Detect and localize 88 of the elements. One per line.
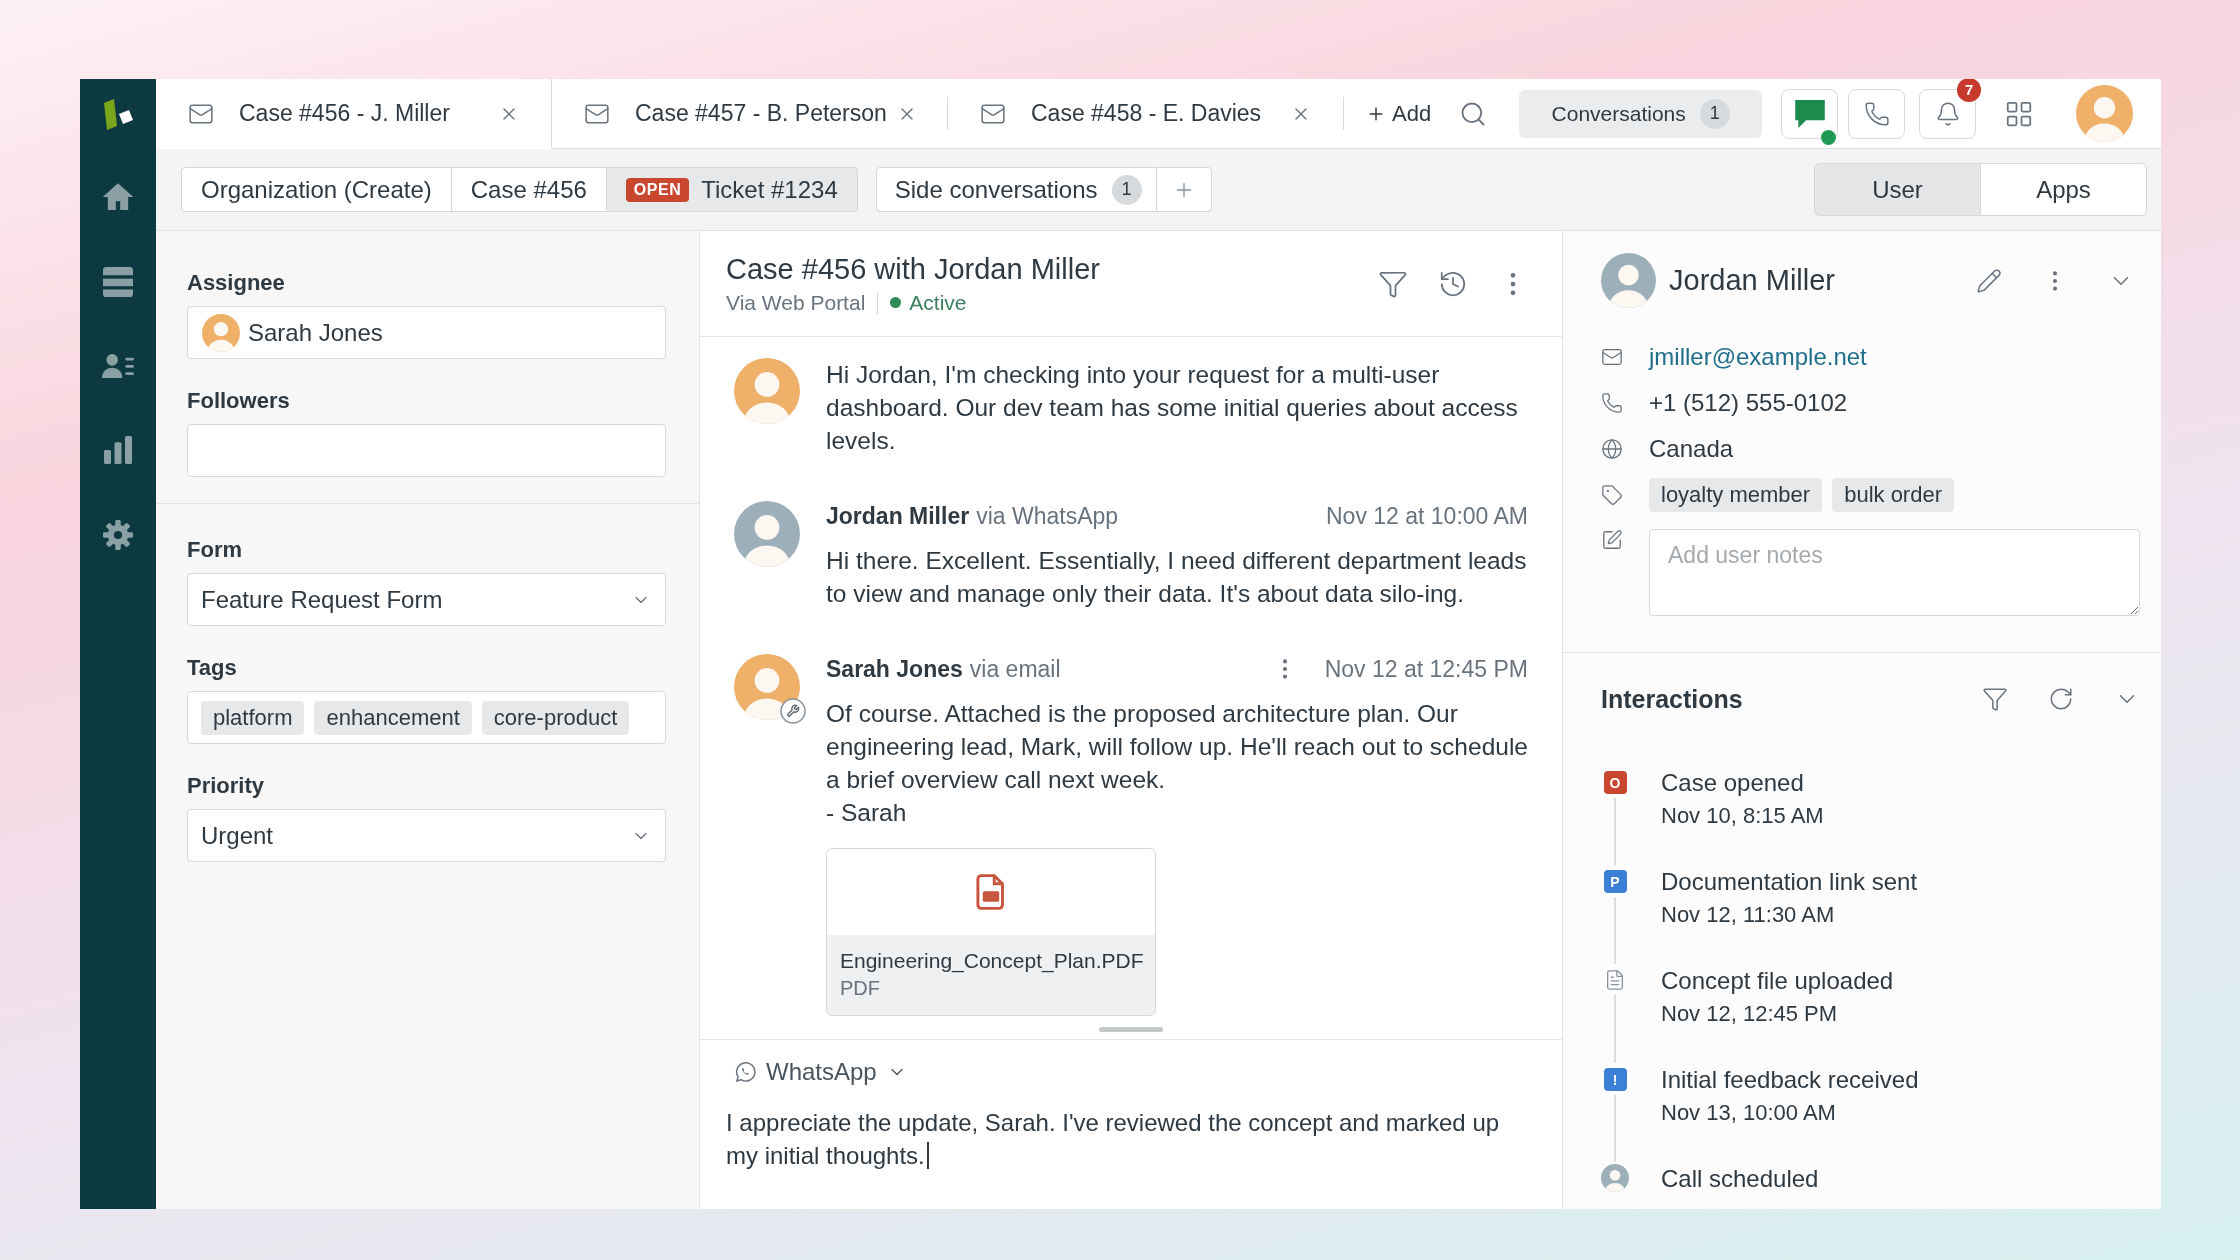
- event-time: Nov 13, 10:00 AM: [1661, 1099, 1836, 1127]
- document-icon: [976, 874, 1006, 910]
- notes-field[interactable]: Add user notes: [1649, 529, 2140, 616]
- event-title: Concept file uploaded: [1661, 966, 1894, 996]
- add-button[interactable]: Add: [1366, 100, 1432, 127]
- filter-icon[interactable]: [1982, 686, 2008, 712]
- dropdown[interactable]: Feature Request Form: [187, 573, 666, 626]
- file-type: PDF: [840, 976, 880, 1001]
- message-input[interactable]: I appreciate the update, Sarah. I've reviewed the concept and marked up my initial thoughts.: [726, 1106, 1536, 1172]
- home-icon[interactable]: [102, 182, 134, 212]
- mail-icon: [1601, 346, 1623, 368]
- field-label: Followers: [187, 388, 291, 414]
- field-label: Form: [187, 537, 243, 563]
- country: Canada: [1649, 435, 1734, 463]
- event-title: Documentation link sent: [1661, 867, 1918, 897]
- phone-bubble-icon: [734, 1061, 756, 1083]
- event-title: Initial feedback received: [1661, 1065, 1919, 1095]
- avatar-icon: [202, 313, 240, 352]
- status-badge: OPEN: [625, 177, 690, 202]
- settings-icon[interactable]: [103, 520, 133, 550]
- event-time: Nov 12, 11:30 AM: [1661, 901, 1835, 929]
- tags-field[interactable]: platform enhancement core-product: [187, 691, 666, 744]
- email-link[interactable]: jmiller@example.net: [1649, 343, 1867, 371]
- breadcrumb[interactable]: Case #456: [450, 167, 607, 212]
- avatar-icon: [1601, 253, 1656, 308]
- channel-selector[interactable]: WhatsApp: [726, 1058, 907, 1086]
- count-badge: 1: [1699, 98, 1730, 129]
- event-title: Call scheduled: [1661, 1164, 1819, 1194]
- text-cursor: [926, 1142, 929, 1169]
- refresh-icon[interactable]: [2048, 686, 2074, 712]
- field-label: Tags: [187, 655, 238, 681]
- message-channel: via WhatsApp: [976, 502, 1119, 530]
- event-time: Nov 10, 8:15 AM: [1661, 802, 1824, 830]
- view-toggle[interactable]: Apps: [1980, 163, 2147, 216]
- document-icon: [1604, 969, 1626, 991]
- notification-count: 7: [1957, 79, 1982, 102]
- side-conversations-button[interactable]: Side conversations 1: [875, 167, 1157, 212]
- bar-chart-icon[interactable]: [104, 435, 132, 465]
- view-toggle[interactable]: User: [1814, 163, 1981, 216]
- user-name: Jordan Miller: [1669, 264, 1835, 297]
- breadcrumb[interactable]: Organization (Create): [181, 167, 452, 212]
- tag-icon: [1601, 484, 1623, 506]
- attachment-card[interactable]: Engineering_Concept_Plan.PDF PDF: [826, 848, 1156, 1016]
- author-name: Jordan Miller: [826, 502, 970, 530]
- avatar-icon: [1601, 1164, 1629, 1192]
- author-name: Sarah Jones: [826, 655, 963, 683]
- edit-icon[interactable]: [1976, 267, 2002, 294]
- conversation-title: Case #456 with Jordan Miller: [726, 251, 1100, 286]
- chat-button[interactable]: [1781, 88, 1839, 139]
- status-label: Active: [909, 289, 967, 316]
- field-label: Assignee: [187, 270, 286, 296]
- globe-icon: [1601, 438, 1623, 460]
- message-text: Hi there. Excellent. Essentially, I need different department leads to view and manage only their data. It's about data silo-ing.: [826, 546, 1528, 609]
- count-badge: 1: [1111, 174, 1142, 205]
- event-marker: !: [1603, 1068, 1627, 1091]
- phone-number: +1 (512) 555-0102: [1649, 389, 1848, 417]
- message-text: Hi Jordan, I'm checking into your request for a multi-user dashboard. Our dev team has some initial queries about access levels.: [826, 360, 1519, 456]
- file-name: Engineering_Concept_Plan.PDF: [840, 948, 1144, 975]
- phone-icon: [1863, 100, 1890, 127]
- tag: loyalty member: [1649, 478, 1823, 512]
- message-time: Nov 12 at 12:45 PM: [1324, 655, 1528, 683]
- assignee-field[interactable]: Sarah Jones: [187, 306, 666, 359]
- conversations-button[interactable]: Conversations 1: [1519, 89, 1763, 138]
- contacts-icon[interactable]: [102, 352, 134, 380]
- phone-icon: [1601, 392, 1623, 414]
- chat-icon: [1794, 99, 1825, 128]
- tag: core-product: [481, 700, 630, 735]
- event-marker: P: [1603, 870, 1627, 893]
- tag: platform: [201, 700, 305, 735]
- input-field[interactable]: [187, 424, 666, 477]
- message-time: Nov 12 at 10:00 AM: [1326, 502, 1528, 530]
- message-channel: via email: [969, 655, 1061, 683]
- phone-button[interactable]: [1848, 88, 1906, 139]
- note-edit-icon: [1601, 529, 1623, 551]
- status-dot-icon: [890, 297, 902, 308]
- dropdown[interactable]: Urgent: [187, 809, 666, 862]
- tag: bulk order: [1832, 478, 1954, 512]
- event-marker: O: [1603, 771, 1627, 794]
- tag: enhancement: [314, 700, 472, 735]
- drag-handle[interactable]: [1099, 1027, 1163, 1032]
- stack-icon[interactable]: [103, 267, 133, 297]
- event-time: Nov 12, 12:45 PM: [1661, 1000, 1838, 1028]
- message-text: Of course. Attached is the proposed architecture plan. Our engineering lead, Mark, will follow up. He'll reach out to schedule a brief overview call next week. - Sarah: [826, 699, 1528, 828]
- event-title: Case opened: [1661, 768, 1804, 798]
- channel-label: Via Web Portal: [726, 289, 866, 316]
- section-title: Interactions: [1601, 684, 1743, 714]
- breadcrumb[interactable]: OPEN Ticket #1234: [605, 167, 858, 212]
- field-label: Priority: [187, 773, 266, 799]
